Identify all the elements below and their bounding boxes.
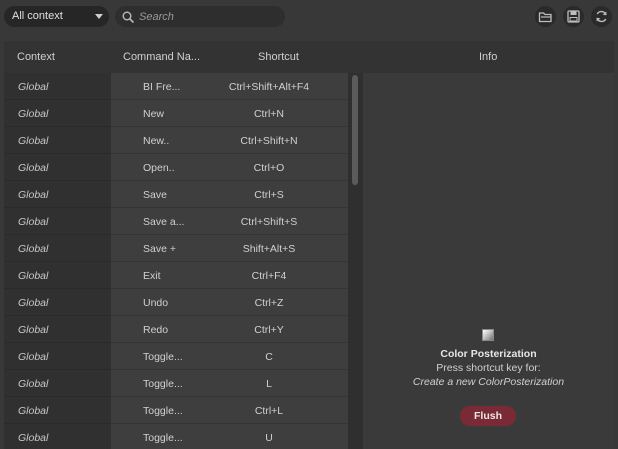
command-name: Toggle... <box>143 378 183 390</box>
context-label: Global <box>18 297 49 309</box>
shortcut-key[interactable]: Ctrl+F4 <box>210 270 328 282</box>
command-name: Toggle... <box>143 405 183 417</box>
shortcut-key[interactable]: Ctrl+N <box>210 108 328 120</box>
command-name: New <box>143 108 165 120</box>
command-name: Redo <box>143 324 169 336</box>
shortcut-key[interactable]: U <box>210 432 328 444</box>
shortcut-key[interactable]: Ctrl+S <box>210 189 328 201</box>
table-row[interactable]: Global Redo Ctrl+Y <box>4 316 348 343</box>
shortcut-key[interactable]: Ctrl+Shift+Alt+F4 <box>210 81 328 93</box>
open-button[interactable] <box>535 6 556 27</box>
folder-open-icon <box>538 12 552 23</box>
shortcut-editor: All context Search Context Command Na...… <box>0 0 618 449</box>
refresh-icon <box>596 10 607 23</box>
context-label: Global <box>18 162 49 174</box>
context-label: Global <box>18 243 49 255</box>
table-row[interactable]: Global Open.. Ctrl+O <box>4 154 348 181</box>
command-name: Toggle... <box>143 351 183 363</box>
table-row[interactable]: Global New Ctrl+N <box>4 100 348 127</box>
context-label: Global <box>18 108 49 120</box>
table-row[interactable]: Global Save Ctrl+S <box>4 181 348 208</box>
table-header: Context Command Na... Shortcut Info <box>4 41 614 73</box>
command-name: Undo <box>143 297 169 309</box>
save-button[interactable] <box>563 6 584 27</box>
context-cell: Global <box>4 73 111 100</box>
context-label: Global <box>18 378 49 390</box>
table-row[interactable]: Global Toggle... U <box>4 424 348 449</box>
shortcut-key[interactable]: C <box>210 351 328 363</box>
column-header-info: Info <box>479 51 498 63</box>
table-row[interactable]: Global New.. Ctrl+Shift+N <box>4 127 348 154</box>
context-filter-value: All context <box>12 10 63 22</box>
info-description: Create a new ColorPosterization <box>412 376 565 388</box>
table-row[interactable]: Global BI Fre... Ctrl+Shift+Alt+F4 <box>4 73 348 100</box>
context-label: Global <box>18 405 49 417</box>
command-name: Toggle... <box>143 432 183 444</box>
table-row[interactable]: Global Exit Ctrl+F4 <box>4 262 348 289</box>
context-label: Global <box>18 432 49 444</box>
table-row[interactable]: Global Toggle... L <box>4 370 348 397</box>
context-label: Global <box>18 270 49 282</box>
context-cell: Global <box>4 154 111 181</box>
command-name: Save a... <box>143 216 185 228</box>
info-prompt: Press shortcut key for: <box>436 362 541 374</box>
context-cell: Global <box>4 289 111 316</box>
shortcut-key[interactable]: L <box>210 378 328 390</box>
command-name: Open.. <box>143 162 175 174</box>
context-cell: Global <box>4 397 111 424</box>
context-cell: Global <box>4 181 111 208</box>
context-label: Global <box>18 81 49 93</box>
context-label: Global <box>18 324 49 336</box>
info-pane: Color Posterization Press shortcut key f… <box>363 73 614 449</box>
table-row[interactable]: Global Save a... Ctrl+Shift+S <box>4 208 348 235</box>
info-title: Color Posterization <box>440 348 537 360</box>
command-name: New.. <box>143 135 170 147</box>
context-label: Global <box>18 189 49 201</box>
column-header-shortcut[interactable]: Shortcut <box>258 51 299 63</box>
toolbar: All context <box>0 0 618 38</box>
context-cell: Global <box>4 235 111 262</box>
search-input[interactable] <box>137 8 281 25</box>
context-cell: Global <box>4 370 111 397</box>
column-header-command[interactable]: Command Na... <box>123 51 200 63</box>
context-cell: Global <box>4 127 111 154</box>
context-cell: Global <box>4 424 111 449</box>
command-name: Save <box>143 189 167 201</box>
table-body: Global BI Fre... Ctrl+Shift+Alt+F4 Global Ne… <box>4 73 348 449</box>
shortcut-key[interactable]: Ctrl+L <box>210 405 328 417</box>
reset-button[interactable] <box>591 6 612 27</box>
table-row[interactable]: Global Save + Shift+Alt+S <box>4 235 348 262</box>
table-row[interactable]: Global Toggle... C <box>4 343 348 370</box>
command-name: Exit <box>143 270 161 282</box>
shortcut-key[interactable]: Ctrl+Shift+S <box>210 216 328 228</box>
context-cell: Global <box>4 100 111 127</box>
table-row[interactable]: Global Undo Ctrl+Z <box>4 289 348 316</box>
command-name: BI Fre... <box>143 81 181 93</box>
context-cell: Global <box>4 208 111 235</box>
shortcut-key[interactable]: Ctrl+Shift+N <box>210 135 328 147</box>
command-name: Save + <box>143 243 176 255</box>
scrollbar-thumb[interactable] <box>352 75 358 185</box>
table-row[interactable]: Global Toggle... Ctrl+L <box>4 397 348 424</box>
context-label: Global <box>18 216 49 228</box>
shortcut-key[interactable]: Ctrl+Z <box>210 297 328 309</box>
column-header-context[interactable]: Context <box>17 51 55 63</box>
shortcut-table: Context Command Na... Shortcut Info Glob… <box>4 41 614 449</box>
save-icon <box>567 10 580 23</box>
vertical-scrollbar[interactable] <box>348 73 363 449</box>
context-cell: Global <box>4 262 111 289</box>
shortcut-key[interactable]: Ctrl+Y <box>210 324 328 336</box>
shortcut-key[interactable]: Ctrl+O <box>210 162 328 174</box>
search-icon <box>122 11 134 23</box>
context-filter-dropdown[interactable]: All context <box>4 6 109 27</box>
context-cell: Global <box>4 343 111 370</box>
shortcut-key[interactable]: Shift+Alt+S <box>210 243 328 255</box>
chevron-down-icon <box>95 14 103 19</box>
color-posterization-icon <box>482 329 494 341</box>
search-box <box>115 6 285 27</box>
context-cell: Global <box>4 316 111 343</box>
context-label: Global <box>18 135 49 147</box>
flush-button[interactable]: Flush <box>460 406 516 426</box>
context-label: Global <box>18 351 49 363</box>
